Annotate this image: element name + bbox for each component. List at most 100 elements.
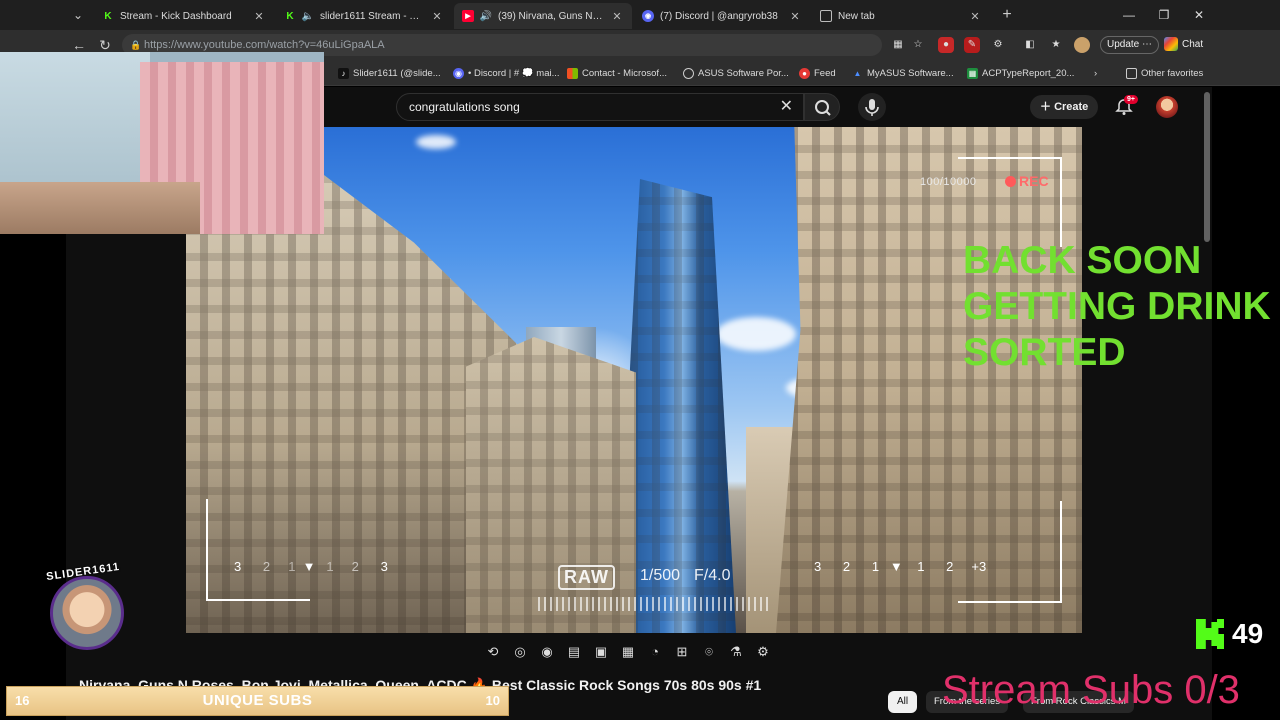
- create-button[interactable]: ＋ Create: [1030, 95, 1099, 119]
- clear-search-icon[interactable]: ✕: [780, 94, 793, 120]
- extension-icon[interactable]: ●: [938, 37, 954, 53]
- search-icon: [815, 100, 831, 116]
- tab-youtube[interactable]: ▶ 🔊 (39) Nirvana, Guns N Roses, B ✕: [454, 3, 632, 29]
- player-extension-icons: ⟲ ◎ ◉ ▤ ▣ ▦ ◔ ⊞ ⌾ ⚗ ⚙: [484, 643, 772, 661]
- viewfinder-corner: [206, 499, 310, 601]
- close-tab-icon[interactable]: ✕: [788, 10, 802, 23]
- bookmark-myasus[interactable]: ▲ MyASUS Software...: [852, 65, 954, 81]
- gear-icon[interactable]: ⚙: [754, 643, 772, 661]
- webcam-bed: [0, 182, 200, 234]
- search-input[interactable]: congratulations song ✕: [396, 93, 804, 121]
- notification-badge: 9+: [1124, 95, 1138, 104]
- exposure-scale-right: 3 2 1 ▼ 1 2 +3: [814, 559, 987, 574]
- bookmark-feed[interactable]: ● Feed: [799, 65, 836, 81]
- update-button[interactable]: Update ⋯: [1100, 36, 1160, 54]
- voice-search-button[interactable]: [858, 93, 886, 121]
- flask-icon[interactable]: ⚗: [727, 643, 745, 661]
- speed-icon[interactable]: ◔: [646, 643, 664, 661]
- audio-waveform: [538, 597, 770, 611]
- discord-icon: ◉: [453, 67, 464, 79]
- speaker-icon[interactable]: 🔊: [480, 10, 492, 22]
- new-tab-button[interactable]: +: [998, 6, 1016, 24]
- tab-list-dropdown-icon[interactable]: ⌄: [66, 5, 90, 25]
- bookmark-microsoft[interactable]: Contact - Microsof...: [567, 65, 667, 81]
- microphone-icon: [865, 99, 879, 116]
- unique-subs-bar: 16 UNIQUE SUBS 10: [6, 686, 509, 716]
- close-tab-icon[interactable]: ✕: [252, 10, 266, 23]
- profile-avatar[interactable]: [1074, 37, 1090, 53]
- add-frame-icon[interactable]: ⊞: [673, 643, 691, 661]
- other-favorites[interactable]: Other favorites: [1126, 65, 1203, 81]
- bookmark-acptype[interactable]: ▦ ACPTypeReport_20...: [967, 65, 1074, 81]
- page-scrollbar[interactable]: [1204, 92, 1210, 242]
- aperture: F/4.0: [694, 567, 731, 584]
- puzzle-icon[interactable]: ⚙: [990, 37, 1006, 53]
- tab-discord[interactable]: ◉ (7) Discord | @angryrob38 ✕: [634, 3, 810, 29]
- star-icon[interactable]: ☆: [910, 37, 926, 53]
- bookmark-discord[interactable]: ◉ • Discord | # 💭 mai...: [453, 65, 560, 81]
- back-soon-line: SORTED: [963, 331, 1126, 374]
- bookmark-asus[interactable]: ASUS Software Por...: [683, 65, 789, 81]
- film-icon[interactable]: ▤: [565, 643, 583, 661]
- viewer-count: 49: [1232, 618, 1264, 649]
- bookmark-tiktok[interactable]: ♪ Slider1611 (@slide...: [338, 65, 441, 81]
- restore-icon[interactable]: ❐: [1155, 6, 1173, 24]
- close-tab-icon[interactable]: ✕: [610, 10, 624, 23]
- kick-logo-icon: [1196, 619, 1224, 649]
- minimize-icon[interactable]: —: [1120, 6, 1138, 24]
- record-dot-icon: [1005, 176, 1016, 187]
- close-tab-icon[interactable]: ✕: [430, 10, 444, 23]
- close-window-icon[interactable]: ✕: [1190, 6, 1208, 24]
- back-soon-message: BACK SOON GETTING DRINK SORTED: [963, 238, 1271, 376]
- myasus-icon: ▲: [853, 68, 862, 78]
- kick-icon: K: [286, 10, 294, 22]
- tab-new-tab[interactable]: New tab ✕: [812, 3, 990, 29]
- viewfinder-corner: [958, 157, 1062, 247]
- stream-subs-goal: Stream Subs 0/3: [942, 668, 1240, 712]
- grid-icon[interactable]: ▦: [619, 643, 637, 661]
- frame-icon[interactable]: ▣: [592, 643, 610, 661]
- newtab-icon: [820, 10, 832, 22]
- apps-icon[interactable]: ▦: [890, 37, 906, 53]
- kick-icon: K: [104, 10, 112, 22]
- chip-all[interactable]: All: [888, 691, 918, 713]
- audio-icon[interactable]: ◎: [511, 643, 529, 661]
- subs-bar-label: UNIQUE SUBS: [202, 692, 313, 709]
- globe-icon: [683, 67, 694, 79]
- raw-label: RAW: [558, 565, 615, 590]
- tiktok-icon: ♪: [338, 67, 349, 79]
- player-toolbar: ⟲ ◎ ◉ ▤ ▣ ▦ ◔ ⊞ ⌾ ⚗ ⚙: [66, 633, 1212, 673]
- folder-icon: [1126, 67, 1137, 79]
- youtube-icon: ▶: [462, 10, 474, 22]
- browser-tab-bar: ⌄ K Stream - Kick Dashboard ✕ K 🔈 slider…: [0, 0, 1280, 30]
- favorites-icon[interactable]: ★: [1048, 37, 1064, 53]
- muted-speaker-icon[interactable]: 🔈: [302, 10, 314, 22]
- kick-viewer-counter: 49: [1196, 618, 1263, 650]
- cloud: [416, 135, 456, 149]
- back-soon-line: BACK SOON: [963, 239, 1202, 282]
- search-button[interactable]: [804, 93, 840, 121]
- viewfinder-corner: [958, 501, 1062, 603]
- extension-icon[interactable]: ✎: [964, 37, 980, 53]
- shot-counter: 100/10000: [920, 176, 977, 188]
- cloud: [716, 317, 796, 351]
- avatar-portrait: [50, 576, 124, 650]
- camera-icon[interactable]: ⌾: [700, 643, 718, 661]
- subs-bar-right-value: 10: [485, 693, 500, 708]
- tab-kick-stream[interactable]: K 🔈 slider1611 Stream - Watch Liv ✕: [276, 3, 452, 29]
- rec-label: REC: [1019, 173, 1049, 189]
- back-soon-line: GETTING DRINK: [963, 285, 1271, 328]
- eye-icon[interactable]: ◉: [538, 643, 556, 661]
- loop-icon[interactable]: ⟲: [484, 643, 502, 661]
- close-tab-icon[interactable]: ✕: [968, 10, 982, 23]
- copilot-chat-button[interactable]: Chat: [1164, 36, 1203, 54]
- split-screen-icon[interactable]: ◧: [1022, 37, 1038, 53]
- spreadsheet-icon: ▦: [967, 67, 978, 79]
- plus-icon: ＋: [1040, 101, 1051, 113]
- bookmarks-overflow-icon[interactable]: ›: [1094, 65, 1097, 81]
- account-avatar[interactable]: [1156, 96, 1178, 118]
- tab-kick-dashboard[interactable]: K Stream - Kick Dashboard ✕: [94, 3, 274, 29]
- microsoft-icon: [567, 67, 578, 79]
- discord-icon: ◉: [642, 10, 654, 22]
- webcam-overlay: [0, 52, 324, 234]
